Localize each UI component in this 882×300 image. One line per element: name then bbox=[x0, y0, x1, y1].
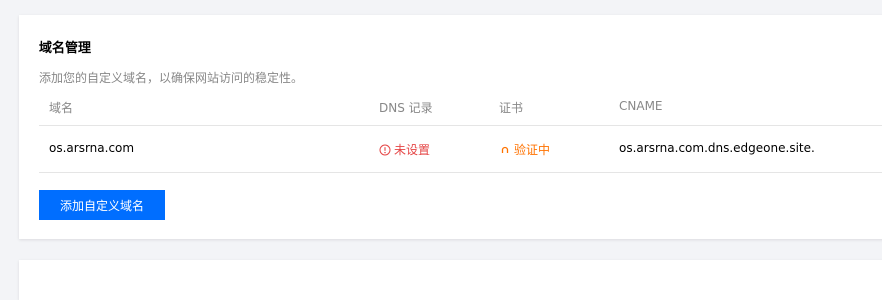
loading-icon bbox=[501, 146, 509, 153]
secondary-card bbox=[19, 260, 882, 300]
section-title: 域名管理 bbox=[39, 41, 92, 56]
section-description: 添加您的自定义域名，以确保网站访问的稳定性。 bbox=[39, 71, 304, 85]
column-header-cname: CNAME bbox=[619, 99, 663, 113]
column-header-certificate: 证书 bbox=[499, 101, 524, 115]
domain-management-card: 域名管理 添加您的自定义域名，以确保网站访问的稳定性。 域名 DNS 记录 证书… bbox=[19, 15, 882, 239]
alert-circle-icon bbox=[379, 144, 391, 155]
certificate-label: 验证中 bbox=[514, 143, 551, 157]
add-custom-domain-button[interactable]: 添加自定义域名 bbox=[39, 190, 165, 220]
table-row: os.arsrna.com 未设置 验证中 os.arsrna.com.dns.… bbox=[39, 126, 882, 173]
dns-record-label: 未设置 bbox=[394, 143, 431, 157]
domain-cell: os.arsrna.com bbox=[49, 141, 135, 155]
column-header-domain: 域名 bbox=[49, 101, 74, 115]
certificate-status: 验证中 bbox=[499, 141, 550, 158]
cname-cell: os.arsrna.com.dns.edgeone.site. bbox=[619, 141, 815, 155]
dns-record-status: 未设置 bbox=[379, 141, 430, 158]
table-header: 域名 DNS 记录 证书 CNAME bbox=[39, 93, 882, 126]
column-header-dns-record: DNS 记录 bbox=[379, 101, 433, 115]
